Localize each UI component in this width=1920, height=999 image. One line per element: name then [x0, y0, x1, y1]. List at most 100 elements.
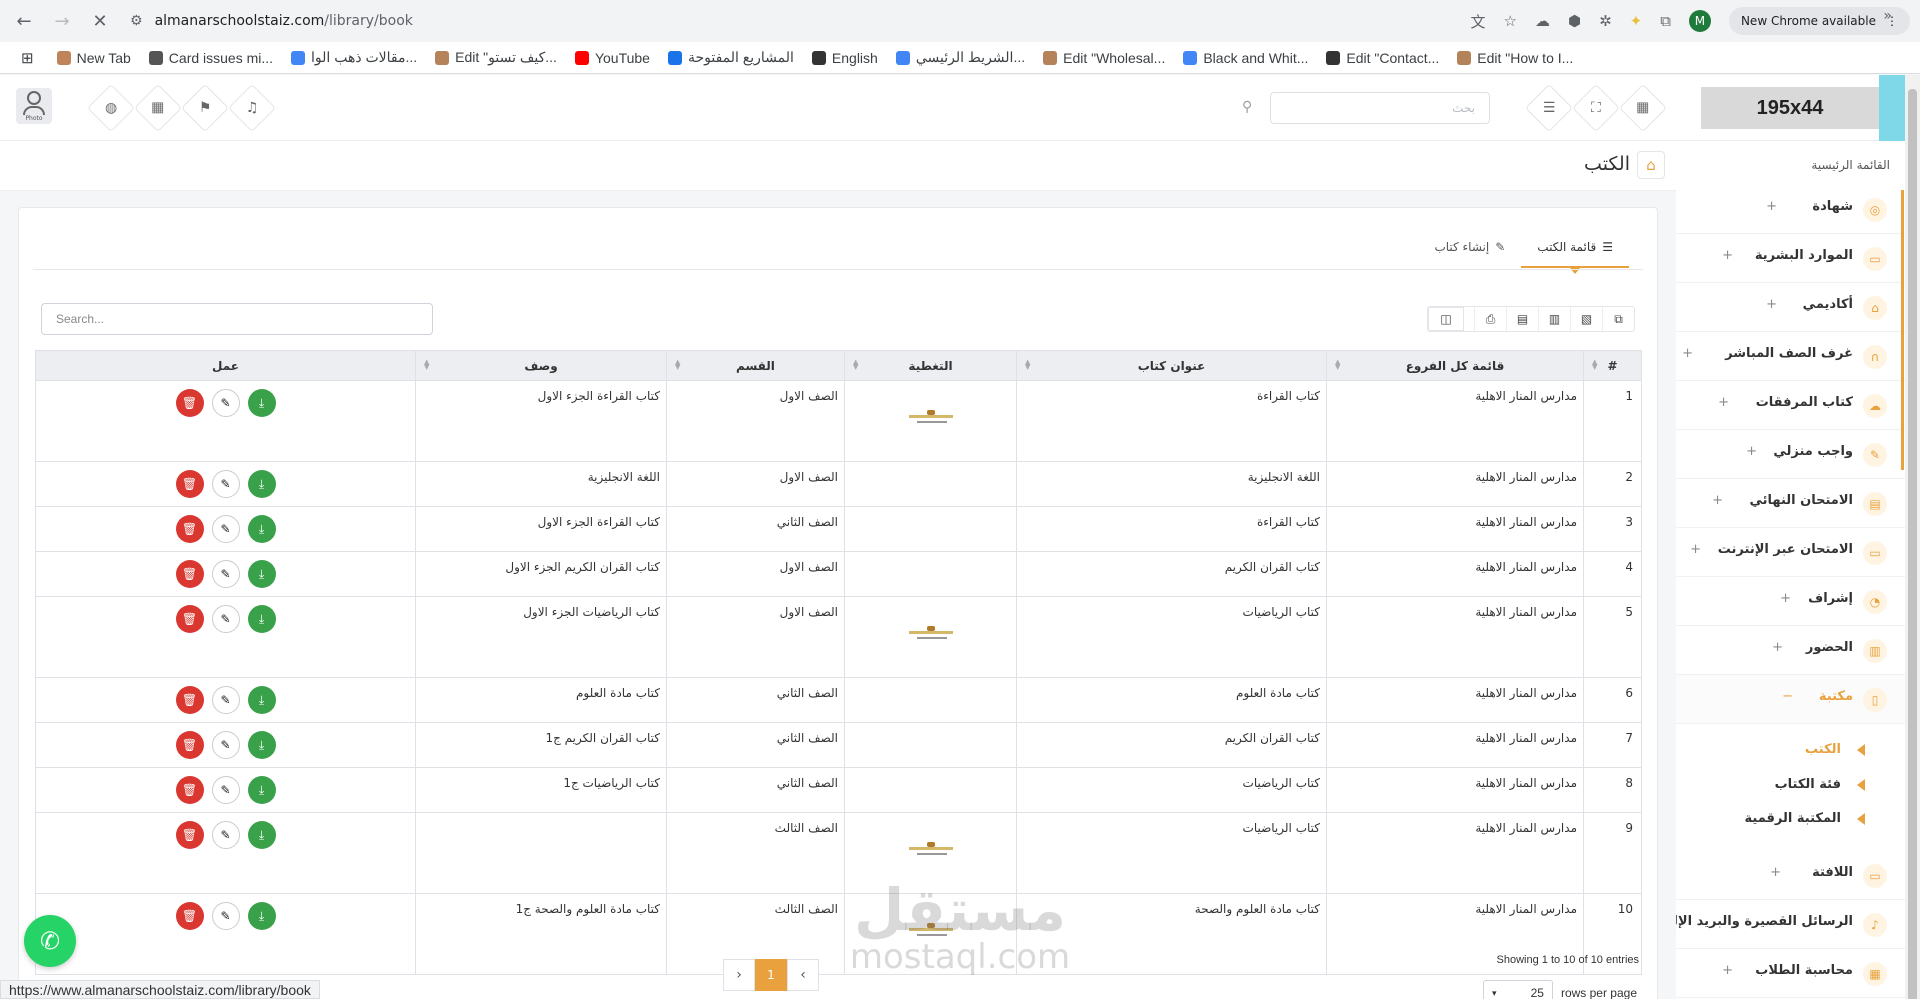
sidebar-item-sms-email[interactable]: ♪ الرسائل القصيرة والبريد الإلكتروني: [1676, 900, 1905, 949]
home-button[interactable]: ⌂: [1637, 151, 1665, 179]
sidebar-subitem-digital-library[interactable]: المكتبة الرقمية: [1676, 805, 1905, 835]
book-cover-thumbnail[interactable]: [903, 841, 959, 862]
sidebar-item-attachments[interactable]: ☁ كتاب المرفقات +: [1676, 381, 1905, 430]
tab-create-book[interactable]: ✎ إنشاء كتاب: [1418, 228, 1521, 268]
calendar-button[interactable]: ▦: [133, 83, 183, 133]
bookmark-item[interactable]: Black and Whit...: [1174, 50, 1317, 66]
edit-button[interactable]: ✎: [211, 605, 240, 633]
book-cover-thumbnail[interactable]: [903, 625, 959, 646]
grid-button[interactable]: ▦: [1618, 83, 1668, 133]
edit-button[interactable]: ✎: [211, 560, 240, 588]
download-button[interactable]: ⤓: [247, 821, 276, 849]
extensions-puzzle-icon[interactable]: ⧉: [1660, 12, 1671, 30]
header-search-input[interactable]: بحث: [1270, 92, 1490, 124]
delete-button[interactable]: 🗑: [175, 902, 204, 930]
bookmark-item[interactable]: Card issues mi...: [140, 50, 282, 66]
download-button[interactable]: ⤓: [247, 731, 276, 759]
excel-button[interactable]: ▥: [1538, 307, 1570, 331]
delete-button[interactable]: 🗑: [175, 821, 204, 849]
bookmark-item[interactable]: New Tab: [48, 50, 140, 66]
copy-button[interactable]: ⧉: [1602, 307, 1634, 331]
sidebar-item-academic[interactable]: ⌂ أكاديمي +: [1676, 283, 1905, 332]
sidebar-item-final-exam[interactable]: ▤ الامتحان النهائي +: [1676, 479, 1905, 528]
delete-button[interactable]: 🗑: [175, 515, 204, 543]
edit-button[interactable]: ✎: [211, 731, 240, 759]
sidebar-item-live-class[interactable]: ∩ غرف الصف المباشر +: [1676, 332, 1905, 381]
bookmark-item[interactable]: English: [803, 50, 887, 66]
delete-button[interactable]: 🗑: [175, 470, 204, 498]
column-header[interactable]: وصف ▲ ▼: [415, 350, 667, 381]
table-search-input[interactable]: Search...: [41, 303, 433, 335]
logo[interactable]: 195x44: [1701, 87, 1879, 129]
user-avatar[interactable]: Photo: [16, 88, 52, 124]
sidebar-item-online-exam[interactable]: ▭ الامتحان عبر الإنترنت +: [1676, 528, 1905, 577]
page-button[interactable]: 1: [755, 959, 787, 991]
column-header[interactable]: التغطية ▲ ▼: [844, 350, 1017, 381]
column-header[interactable]: قائمة كل الفروع ▲ ▼: [1326, 350, 1584, 381]
delete-button[interactable]: 🗑: [175, 560, 204, 588]
edit-button[interactable]: ✎: [211, 776, 240, 804]
tab-book-list[interactable]: ☰ قائمة الكتب: [1521, 228, 1629, 274]
edit-button[interactable]: ✎: [211, 686, 240, 714]
flag-button[interactable]: ⚑: [180, 83, 230, 133]
whatsapp-button[interactable]: ✆: [24, 915, 76, 967]
download-button[interactable]: ⤓: [247, 686, 276, 714]
menu-toggle-button[interactable]: ☰: [1524, 83, 1574, 133]
bookmark-item[interactable]: Edit "How to I...: [1448, 50, 1582, 66]
bookmark-item[interactable]: Edit "كيف تستو...: [426, 49, 566, 66]
bookmark-star-icon[interactable]: ☆: [1504, 12, 1517, 30]
bookmark-item[interactable]: مقالات ذهب الوا...: [282, 49, 426, 66]
edit-button[interactable]: ✎: [211, 902, 240, 930]
column-visibility-button[interactable]: ◫: [1428, 307, 1464, 331]
edit-button[interactable]: ✎: [211, 821, 240, 849]
page-scrollbar[interactable]: [1905, 75, 1920, 999]
apps-icon[interactable]: ⊞: [12, 49, 48, 67]
column-header[interactable]: عنوان كتاب ▲ ▼: [1016, 350, 1327, 381]
puzzle-settings-icon[interactable]: ✲: [1599, 12, 1612, 30]
sidebar-item-library[interactable]: ▯ مكتبة −: [1676, 675, 1905, 724]
download-button[interactable]: ⤓: [247, 605, 276, 633]
book-cover-thumbnail[interactable]: [903, 409, 959, 430]
column-header[interactable]: # ▲ ▼: [1583, 350, 1642, 381]
address-bar[interactable]: ⚙ almanarschoolstaiz.com/library/book: [120, 6, 1420, 36]
sidebar-item-supervision[interactable]: ◔ إشراف +: [1676, 577, 1905, 626]
translate-icon[interactable]: 文: [1471, 11, 1486, 32]
previous-page-button[interactable]: ‹: [787, 959, 819, 991]
pdf-button[interactable]: ▧: [1570, 307, 1602, 331]
fullscreen-button[interactable]: ⛶: [1571, 83, 1621, 133]
print-button[interactable]: ⎙: [1474, 307, 1506, 331]
extension-icon[interactable]: ☁: [1535, 12, 1550, 30]
scrollbar-thumb[interactable]: [1908, 89, 1917, 999]
bookmark-item[interactable]: YouTube: [566, 50, 659, 66]
bookmark-item[interactable]: الشريط الرئيسي...: [887, 49, 1034, 66]
column-header[interactable]: القسم ▲ ▼: [666, 350, 845, 381]
sidebar-item-hr[interactable]: ▭ الموارد البشرية +: [1676, 234, 1905, 283]
edit-button[interactable]: ✎: [211, 515, 240, 543]
delete-button[interactable]: 🗑: [175, 731, 204, 759]
delete-button[interactable]: 🗑: [175, 605, 204, 633]
download-button[interactable]: ⤓: [247, 560, 276, 588]
bookmark-item[interactable]: Edit "Contact...: [1317, 50, 1448, 66]
bookmark-item[interactable]: Edit "Wholesal...: [1034, 50, 1174, 66]
sidebar-item-student-accounting[interactable]: ▦ محاسبة الطلاب +: [1676, 949, 1905, 998]
sidebar-item-banner[interactable]: ▭ اللافتة +: [1676, 851, 1905, 900]
notifications-button[interactable]: ♫: [227, 83, 277, 133]
download-button[interactable]: ⤓: [247, 389, 276, 417]
forward-icon[interactable]: →: [50, 9, 74, 33]
download-button[interactable]: ⤓: [247, 470, 276, 498]
sidebar-subitem-books[interactable]: الكتب: [1676, 736, 1905, 766]
edit-button[interactable]: ✎: [211, 389, 240, 417]
sidebar-item-homework[interactable]: ✎ واجب منزلي +: [1676, 430, 1905, 479]
download-button[interactable]: ⤓: [247, 515, 276, 543]
download-button[interactable]: ⤓: [247, 776, 276, 804]
site-info-icon[interactable]: ⚙: [130, 13, 143, 29]
bookmarks-overflow-icon[interactable]: »: [1883, 8, 1892, 24]
next-page-button[interactable]: ›: [723, 959, 755, 991]
shield-extension-icon[interactable]: ⬢: [1568, 12, 1581, 30]
stop-loading-icon[interactable]: ✕: [88, 9, 112, 33]
edit-button[interactable]: ✎: [211, 470, 240, 498]
download-button[interactable]: ⤓: [247, 902, 276, 930]
delete-button[interactable]: 🗑: [175, 389, 204, 417]
delete-button[interactable]: 🗑: [175, 686, 204, 714]
sidebar-subitem-book-category[interactable]: فئة الكتاب: [1676, 771, 1905, 801]
